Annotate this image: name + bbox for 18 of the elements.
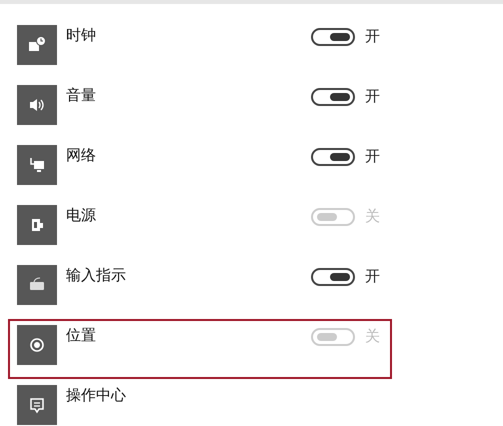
toggle-state: 开 xyxy=(365,87,380,106)
toggle-state: 关 xyxy=(365,327,380,346)
setting-label: 音量 xyxy=(66,86,97,105)
setting-label: 网络 xyxy=(66,146,97,165)
setting-label: 输入指示 xyxy=(66,266,127,285)
toggle-state: 关 xyxy=(365,207,380,226)
location-icon xyxy=(27,335,47,355)
toggle-switch[interactable] xyxy=(311,268,355,286)
toggle-switch[interactable] xyxy=(311,28,355,46)
setting-label: 时钟 xyxy=(66,26,97,45)
setting-label: 电源 xyxy=(66,206,97,225)
toggle-state: 开 xyxy=(365,147,380,166)
toggle-state: 开 xyxy=(365,27,380,46)
toggle-state: 开 xyxy=(365,267,380,286)
setting-label: 操作中心 xyxy=(66,386,127,405)
toggle-switch[interactable] xyxy=(311,148,355,166)
setting-label: 位置 xyxy=(66,326,97,345)
toggle-switch[interactable] xyxy=(311,88,355,106)
